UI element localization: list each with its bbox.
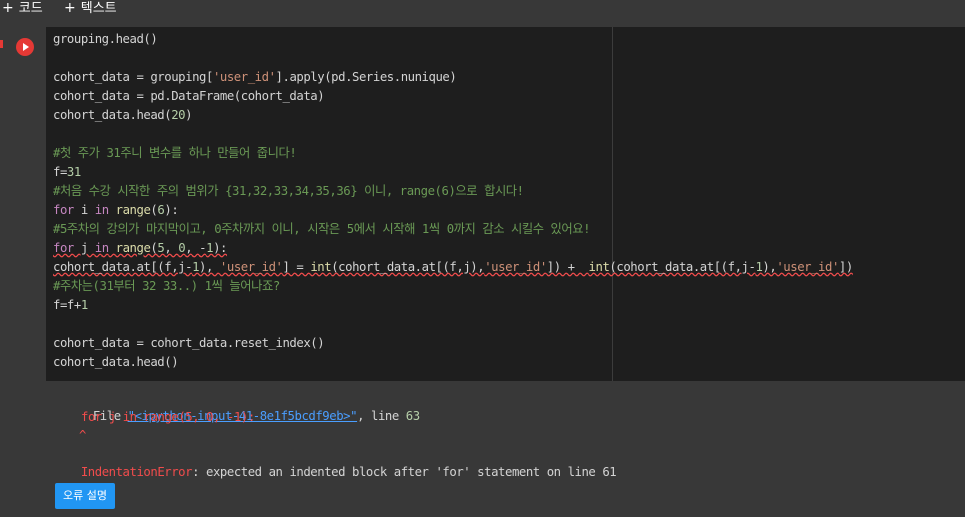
error-message: IndentationError: expected an indented b… [53,445,617,499]
code-line: f=f+1 [53,298,88,312]
add-text-button[interactable]: + 텍스트 [64,0,117,18]
code-editor[interactable]: grouping.head() ​ cohort_data = grouping['… [46,27,965,381]
notebook-toolbar: + 코드 + 텍스트 [0,0,965,26]
add-text-label: 텍스트 [80,1,117,16]
code-line: cohort_data.head() [53,355,179,369]
code-line: #첫 주가 31주니 변수를 하나 만들어 줍니다! [53,146,297,160]
run-cell-button[interactable] [16,38,34,56]
code-line: ​ [53,49,853,68]
code-lines: grouping.head() ​ cohort_data = grouping['… [53,30,853,372]
cell-error-marker [0,40,3,48]
code-line: cohort_data = cohort_data.reset_index() [53,336,325,350]
code-line: #처음 수강 시작한 주의 범위가 {31,32,33,34,35,36} 이니… [53,184,524,198]
code-line: #주차는(31부터 32 33..) 1씩 늘어나죠? [53,279,280,293]
cell-gutter [5,27,45,381]
error-text: : expected an indented block after 'for'… [192,465,617,479]
code-cell: grouping.head() ​ cohort_data = grouping['… [5,27,965,381]
cell-output: File "<ipython-input-41-8e1f5bcdf9eb>", … [5,381,965,517]
traceback-caret: ^ [79,428,86,442]
plus-icon: + [64,0,76,16]
code-line: cohort_data = grouping['user_id'].apply(… [53,70,457,84]
plus-icon: + [2,0,14,16]
traceback-line-number: 63 [405,409,420,423]
explain-error-button[interactable]: 오류 설명 [55,483,115,509]
add-code-label: 코드 [18,1,43,16]
code-line: grouping.head() [53,32,158,46]
error-type: IndentationError [80,465,193,479]
code-line: cohort_data.head(20) [53,108,193,122]
code-line: cohort_data.at[(f,j-1), 'user_id'] = int… [53,260,853,274]
code-line: ​ [53,125,853,144]
code-line: f=31 [53,165,81,179]
traceback-line-label: , line [357,409,406,423]
code-line: ​ [53,315,853,334]
code-line: for j in range(5, 0, -1): [53,241,228,255]
code-line: for i in range(6): [53,203,179,217]
code-line: #5주차의 강의가 마지막이고, 0주차까지 이니, 시작은 5에서 시작해 1… [53,222,591,236]
add-code-button[interactable]: + 코드 [2,0,43,18]
traceback-code-echo: for j in range(5, 0, -1): [81,410,255,424]
code-line: cohort_data = pd.DataFrame(cohort_data) [53,89,325,103]
